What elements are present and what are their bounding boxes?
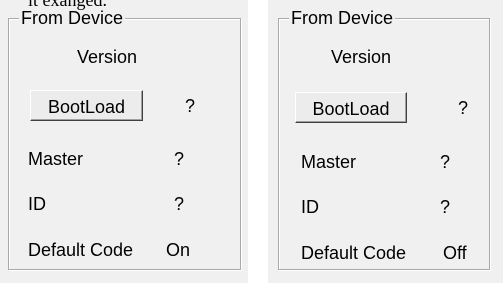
id-label: ID [301, 197, 319, 217]
master-label: Master [28, 149, 84, 169]
caption-text: it exanged. [28, 0, 107, 10]
device-panel-right: From Device Version BootLoad ? Master ? … [268, 0, 503, 283]
id-value: ? [440, 197, 451, 217]
version-value: ? [458, 98, 469, 118]
id-value: ? [174, 194, 185, 214]
version-label: Version [331, 47, 392, 67]
from-device-groupbox: From Device Version BootLoad ? Master ? … [278, 8, 490, 270]
version-value: ? [185, 96, 196, 116]
master-label: Master [301, 152, 357, 172]
from-device-groupbox: From Device Version BootLoad ? Master ? … [8, 8, 241, 270]
bootload-button[interactable]: BootLoad [30, 90, 143, 121]
default-code-label: Default Code [28, 240, 134, 260]
master-value: ? [440, 152, 451, 172]
default-code-value: Off [443, 243, 467, 263]
master-value: ? [174, 149, 185, 169]
device-panel-left: From Device Version BootLoad ? Master ? … [0, 0, 248, 283]
default-code-value: On [166, 240, 191, 260]
default-code-label: Default Code [301, 243, 407, 263]
group-title: From Device [19, 8, 126, 28]
bootload-button[interactable]: BootLoad [295, 92, 407, 123]
id-label: ID [28, 194, 46, 214]
version-label: Version [77, 47, 138, 67]
group-title: From Device [289, 8, 396, 28]
